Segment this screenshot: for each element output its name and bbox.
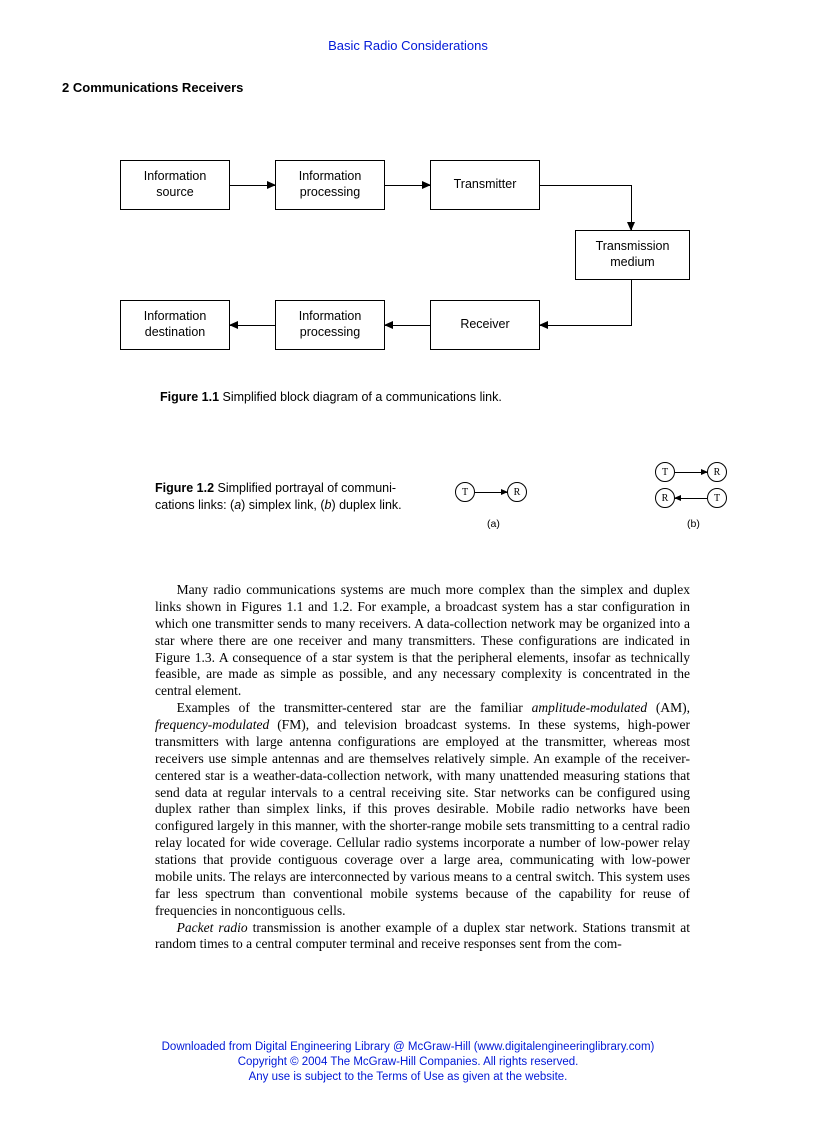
- arrow-icon: [230, 185, 275, 186]
- arrow-icon: [385, 325, 430, 326]
- node-t: T: [455, 482, 475, 502]
- box-info-processing-top: Informationprocessing: [275, 160, 385, 210]
- footer-line: Copyright © 2004 The McGraw-Hill Compani…: [0, 1055, 816, 1070]
- node-r: R: [707, 462, 727, 482]
- box-info-destination: Informationdestination: [120, 300, 230, 350]
- block-diagram: Informationsource Informationprocessing …: [120, 140, 740, 370]
- arrow-icon: [540, 325, 632, 326]
- page-footer: Downloaded from Digital Engineering Libr…: [0, 1040, 816, 1085]
- arrow-icon: [540, 185, 632, 186]
- diagram-duplex: T R R T (b): [655, 462, 745, 542]
- arrow-icon: [631, 185, 632, 230]
- footer-line: Downloaded from Digital Engineering Libr…: [0, 1040, 816, 1055]
- node-r: R: [655, 488, 675, 508]
- figure-1-2: Figure 1.2 Simplified portrayal of commu…: [155, 472, 745, 552]
- body-text: Many radio communications systems are mu…: [155, 582, 690, 953]
- diagram-simplex: T R (a): [455, 482, 545, 542]
- section-number: 2: [62, 80, 69, 95]
- box-transmission-medium: Transmissionmedium: [575, 230, 690, 280]
- paragraph: Examples of the transmitter-centered sta…: [155, 700, 690, 919]
- box-receiver: Receiver: [430, 300, 540, 350]
- box-info-source: Informationsource: [120, 160, 230, 210]
- page-header: Basic Radio Considerations: [0, 38, 816, 53]
- figure-label: Figure 1.1: [160, 390, 219, 404]
- figure-1-2-caption: Figure 1.2 Simplified portrayal of commu…: [155, 480, 430, 514]
- arrow-icon: [230, 325, 275, 326]
- node-t: T: [655, 462, 675, 482]
- footer-line: Any use is subject to the Terms of Use a…: [0, 1070, 816, 1085]
- paragraph: Many radio communications systems are mu…: [155, 582, 690, 700]
- box-info-processing-bottom: Informationprocessing: [275, 300, 385, 350]
- box-transmitter: Transmitter: [430, 160, 540, 210]
- figure-1-1: Informationsource Informationprocessing …: [120, 140, 740, 370]
- arrow-icon: [675, 498, 707, 499]
- label-a: (a): [487, 518, 500, 530]
- figure-1-1-caption: Figure 1.1 Simplified block diagram of a…: [160, 390, 502, 404]
- section-title: Communications Receivers: [73, 80, 244, 95]
- figure-label: Figure 1.2: [155, 481, 214, 495]
- node-r: R: [507, 482, 527, 502]
- section-header: 2 Communications Receivers: [62, 80, 243, 95]
- label-b: (b): [687, 518, 700, 530]
- arrow-icon: [631, 280, 632, 325]
- node-t: T: [707, 488, 727, 508]
- arrow-icon: [475, 492, 507, 493]
- arrow-icon: [385, 185, 430, 186]
- paragraph: Packet radio transmission is another exa…: [155, 920, 690, 954]
- arrow-icon: [675, 472, 707, 473]
- figure-caption-text: Simplified block diagram of a communicat…: [219, 390, 502, 404]
